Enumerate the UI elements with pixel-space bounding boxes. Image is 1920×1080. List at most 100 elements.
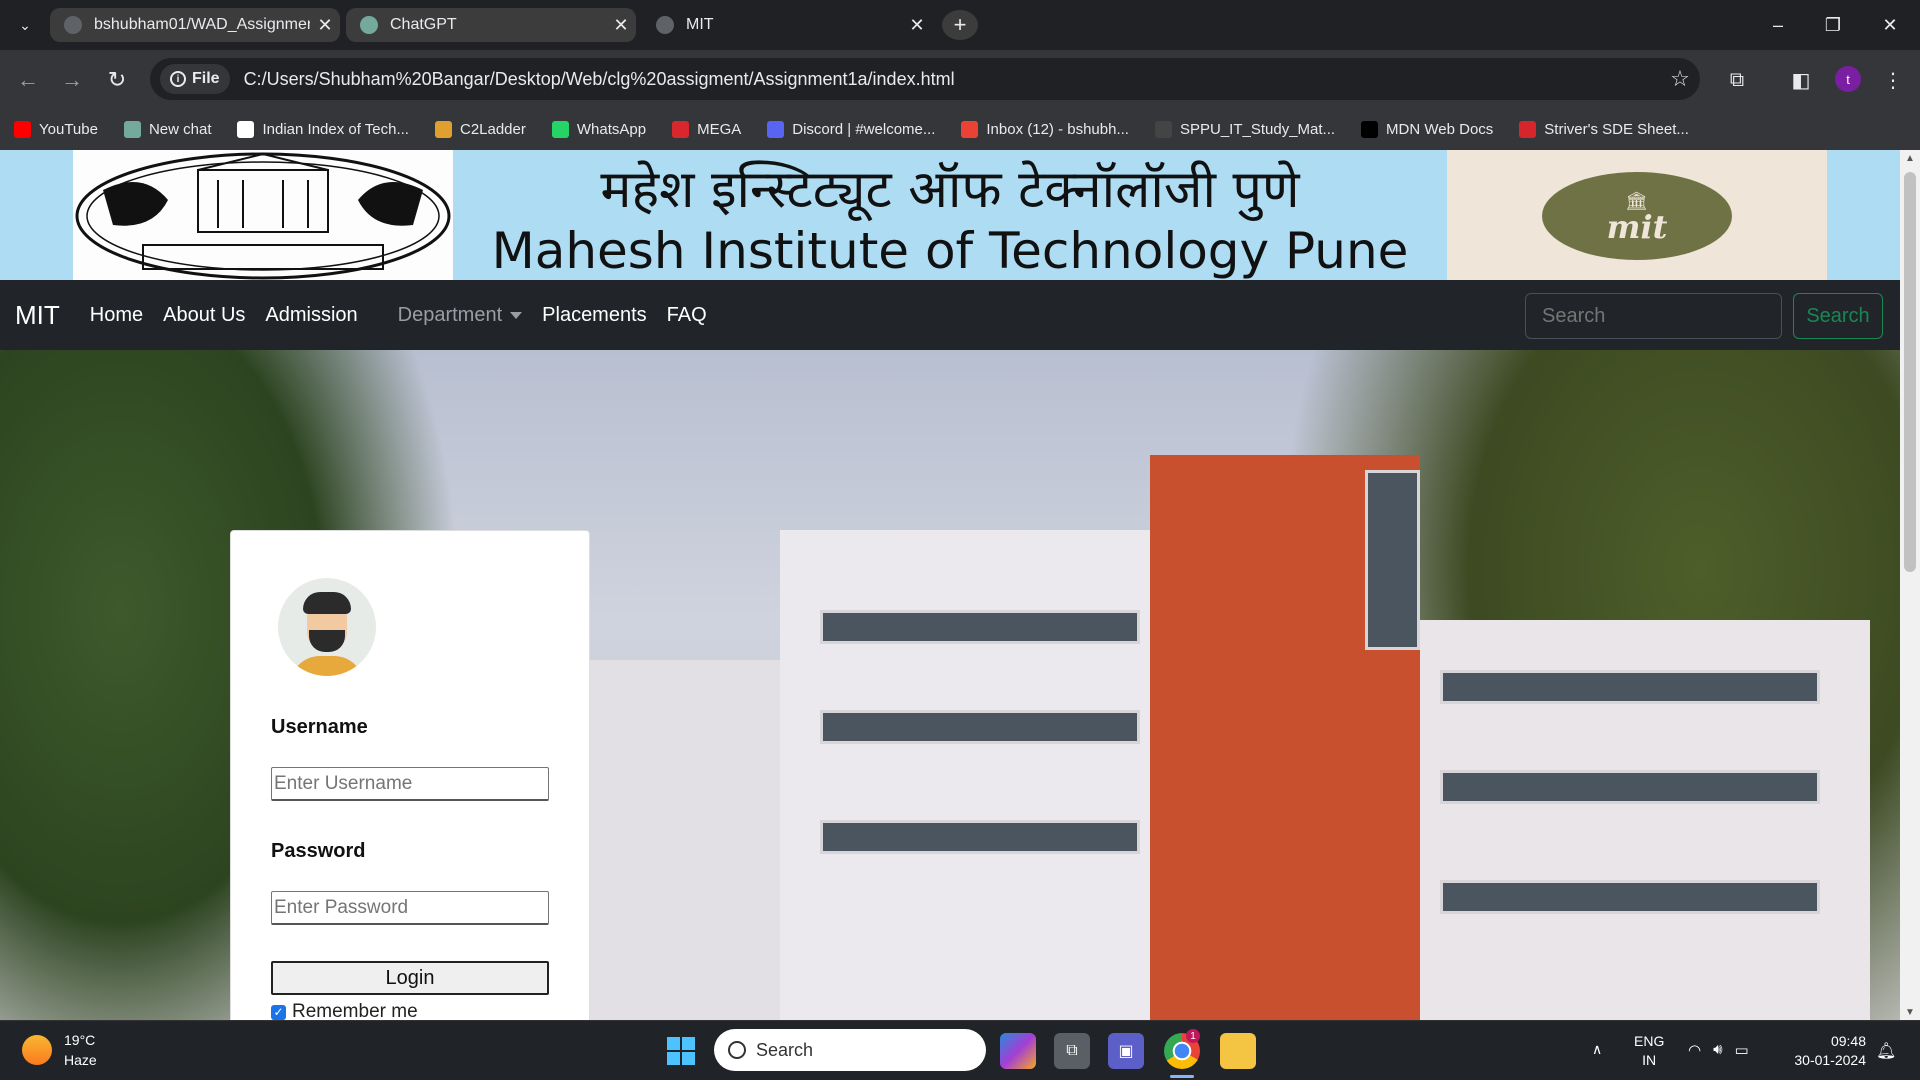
mit-logo-text: mit xyxy=(1606,207,1668,246)
bookmark-item[interactable]: Discord | #welcome... xyxy=(767,120,935,138)
avatar-hair xyxy=(303,592,351,614)
navbar-brand[interactable]: MIT xyxy=(15,300,60,331)
language-indicator[interactable]: ENG IN xyxy=(1634,1032,1664,1070)
extensions-icon[interactable]: ⧉ xyxy=(1722,65,1752,95)
page-viewport: महेश इन्स्टिट्यूट ऑफ टेक्नॉलॉजी पुणे Mah… xyxy=(0,150,1920,1020)
bookmark-item[interactable]: Indian Index of Tech... xyxy=(237,120,409,138)
forward-arrow-icon[interactable]: → xyxy=(56,64,88,96)
site-info-chip[interactable]: i File xyxy=(160,64,230,94)
user-avatar-image xyxy=(278,578,376,676)
bookmark-item[interactable]: WhatsApp xyxy=(551,120,646,138)
dropdown-label: Department xyxy=(397,303,503,326)
nav-link-faq[interactable]: FAQ xyxy=(667,304,707,327)
taskbar-search-label: Search xyxy=(756,1039,814,1060)
close-icon[interactable]: ✕ xyxy=(902,15,932,36)
bookmark-item[interactable]: Inbox (12) - bshubh... xyxy=(961,120,1129,138)
bookmark-item[interactable]: MEGA xyxy=(672,120,741,138)
scrollbar-thumb[interactable] xyxy=(1904,172,1916,572)
url-text[interactable]: C:/Users/Shubham%20Bangar/Desktop/Web/cl… xyxy=(244,69,1660,90)
avatar-shirt xyxy=(290,656,364,676)
task-view-icon[interactable]: ⧉ xyxy=(1054,1033,1090,1069)
scroll-down-arrow-icon[interactable]: ▼ xyxy=(1900,1004,1920,1020)
nav-dropdown-department[interactable]: Department xyxy=(398,304,523,327)
nav-link-about[interactable]: About Us xyxy=(163,304,245,327)
weather-haze-icon[interactable] xyxy=(22,1035,52,1065)
address-bar[interactable]: i File C:/Users/Shubham%20Bangar/Desktop… xyxy=(150,58,1700,100)
windows-start-icon[interactable] xyxy=(667,1037,695,1065)
file-explorer-icon[interactable] xyxy=(1220,1033,1256,1069)
bookmarks-bar: YouTube New chat Indian Index of Tech... C2… xyxy=(0,108,1920,150)
reload-icon[interactable]: ↻ xyxy=(101,64,133,96)
volume-icon[interactable]: 🔊︎ xyxy=(1713,1041,1722,1059)
close-icon[interactable]: ✕ xyxy=(606,15,636,36)
new-tab-button[interactable]: + xyxy=(942,10,978,40)
search-icon xyxy=(728,1041,746,1059)
battery-icon[interactable]: ▭ xyxy=(1735,1041,1749,1059)
scroll-up-arrow-icon[interactable]: ▲ xyxy=(1900,150,1920,166)
taskbar-search-box[interactable]: Search xyxy=(714,1029,986,1071)
site-search-input[interactable] xyxy=(1525,293,1782,339)
restore-icon[interactable]: ❐ xyxy=(1813,8,1853,42)
active-app-indicator xyxy=(1170,1075,1194,1078)
nav-link-admission[interactable]: Admission xyxy=(265,304,357,327)
bookmark-item[interactable]: YouTube xyxy=(14,120,98,138)
youtube-icon xyxy=(14,120,31,138)
document-icon xyxy=(237,120,255,138)
bookmark-item[interactable]: SPPU_IT_Study_Mat... xyxy=(1154,120,1336,138)
weather-temperature[interactable]: 19°C xyxy=(64,1032,95,1048)
menu-dots-icon[interactable]: ⋮ xyxy=(1878,65,1908,95)
bookmark-item[interactable]: New chat xyxy=(123,120,211,138)
globe-icon xyxy=(656,16,674,34)
login-button[interactable]: Login xyxy=(271,961,549,995)
password-input[interactable] xyxy=(271,891,549,925)
mega-icon xyxy=(672,120,690,138)
tab-search-chevron-icon[interactable]: ⌄ xyxy=(12,12,38,38)
tab-chatgpt[interactable]: ChatGPT ✕ xyxy=(346,8,636,42)
clock-date: 30-01-2024 xyxy=(1794,1052,1866,1068)
tab-title: ChatGPT xyxy=(390,16,457,33)
close-icon[interactable]: ✕ xyxy=(310,15,340,36)
clock[interactable]: 09:48 30-01-2024 xyxy=(1780,1032,1866,1070)
profile-avatar[interactable]: t xyxy=(1835,66,1861,92)
copilot-icon[interactable] xyxy=(1000,1033,1036,1069)
nav-link-placements[interactable]: Placements xyxy=(542,304,647,327)
side-panel-icon[interactable]: ◧ xyxy=(1786,65,1816,95)
page-scrollbar[interactable]: ▲ ▼ xyxy=(1900,150,1920,1020)
show-hidden-icons-chevron-icon[interactable]: ∧ xyxy=(1592,1041,1602,1058)
tab-title: bshubham01/WAD_Assignment xyxy=(94,16,310,33)
banner-english-title: Mahesh Institute of Technology Pune xyxy=(491,222,1409,280)
window-row xyxy=(820,820,1140,854)
tab-github[interactable]: bshubham01/WAD_Assignment ✕ xyxy=(50,8,340,42)
back-arrow-icon[interactable]: ← xyxy=(12,64,44,96)
university-seal-image xyxy=(73,150,453,280)
system-tray[interactable]: ◠ 🔊︎ ▭ xyxy=(1688,1041,1749,1059)
site-search-button[interactable]: Search xyxy=(1793,293,1883,339)
bookmark-item[interactable]: MDN Web Docs xyxy=(1361,120,1494,138)
tab-mit[interactable]: MIT ✕ xyxy=(642,8,932,42)
remember-me-checkbox[interactable]: ✓ xyxy=(271,1004,286,1020)
window-close-icon[interactable]: ✕ xyxy=(1870,8,1910,42)
remember-me-label: Remember me xyxy=(292,1001,418,1020)
minimize-icon[interactable]: – xyxy=(1758,8,1798,42)
window-row xyxy=(1440,770,1820,804)
bookmark-item[interactable]: C2Ladder xyxy=(434,120,526,138)
wifi-icon[interactable]: ◠ xyxy=(1688,1041,1701,1059)
weather-condition[interactable]: Haze xyxy=(64,1052,97,1068)
teams-chat-icon[interactable]: ▣ xyxy=(1108,1033,1144,1069)
bookmark-star-icon[interactable]: ☆ xyxy=(1660,66,1700,92)
url-scheme-label: File xyxy=(192,70,220,87)
username-input[interactable] xyxy=(271,767,549,801)
clock-time: 09:48 xyxy=(1830,1033,1866,1049)
remember-me-row[interactable]: ✓ Remember me xyxy=(271,1001,418,1020)
language-top: ENG xyxy=(1634,1033,1665,1049)
nav-link-home[interactable]: Home xyxy=(90,304,143,327)
bookmark-item[interactable]: Striver's SDE Sheet... xyxy=(1519,120,1689,138)
avatar-beard xyxy=(309,630,345,652)
tuf-icon xyxy=(1519,120,1537,138)
bookmark-label: SPPU_IT_Study_Mat... xyxy=(1179,120,1336,138)
bookmark-label: MDN Web Docs xyxy=(1386,120,1494,138)
window-column xyxy=(1365,470,1420,650)
chatgpt-icon xyxy=(123,120,141,138)
notification-bell-icon[interactable]: 🔔︎ xyxy=(1876,1041,1896,1061)
chatgpt-icon xyxy=(360,16,378,34)
